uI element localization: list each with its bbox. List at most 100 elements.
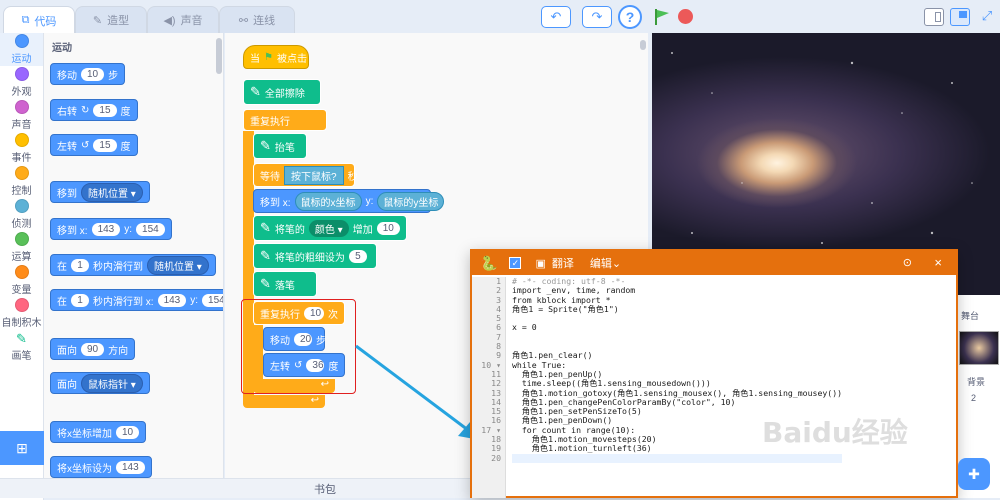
mouse-x-reporter[interactable]: 鼠标的x坐标 [294,191,362,211]
block-move-steps[interactable]: 移动 10 步 [50,63,126,85]
forever-end: ↩ [243,395,325,408]
tab-code[interactable]: ⧉ 代码 [3,6,75,34]
my-blocks-dot-icon [14,298,29,312]
variables-dot-icon [14,265,29,279]
sprite-add-button[interactable]: ✚ [958,458,990,490]
block-set-x[interactable]: 将x坐标设为 143 [50,456,152,478]
palette-scrollbar[interactable] [216,38,222,74]
pen-icon: ✎ [260,220,271,235]
undo-button[interactable]: ↶ [541,6,571,28]
green-flag-icon: ⚑ [264,51,273,63]
wire-icon: ⚯ [238,14,249,27]
block-change-x[interactable]: 将x坐标增加 10 [50,421,147,443]
pen-icon: ✎ [260,138,271,153]
run-icon[interactable]: ⊙ [903,256,912,269]
color-change-input[interactable]: 10 [376,221,400,235]
x-change-input[interactable]: 10 [116,425,140,439]
category-pen[interactable]: ✎ 画笔 [0,330,43,363]
control-dot-icon [14,166,29,180]
x-set-input[interactable]: 143 [116,460,145,474]
seconds-input[interactable]: 1 [71,293,89,307]
edit-menu[interactable]: 编辑⌄ [590,255,621,271]
category-events[interactable]: 事件 [0,132,43,165]
close-icon[interactable]: × [934,255,942,270]
degrees-input[interactable]: 15 [93,138,117,152]
tab-wiring[interactable]: ⚯ 连线 [219,6,295,33]
pen-param-dropdown[interactable]: 颜色 ▾ [308,219,349,237]
category-operators[interactable]: 运算 [0,231,43,264]
block-glide[interactable]: 在 1 秒内滑行到 随机位置 ▾ [50,254,216,276]
category-my-blocks[interactable]: 自制积木 [0,297,43,330]
category-sensing[interactable]: 侦测 [0,198,43,231]
sensing-dot-icon [14,199,29,213]
translate-button[interactable]: 翻译 [552,255,574,271]
checkbox-icon[interactable]: ✓ [509,257,522,269]
target-dropdown[interactable]: 随机位置 ▾ [81,182,143,202]
block-set-pen-size[interactable]: ✎ 将笔的粗细设为 5 [253,243,377,269]
add-sprite-icon: ✚ [968,465,980,482]
block-when-flag-clicked[interactable]: 当 ⚑ 被点击 [243,45,309,69]
block-wait[interactable]: 等待 按下鼠标? 秒 [253,163,358,187]
loop-arrow-icon: ↩ [310,395,319,406]
mouse-y-reporter[interactable]: 鼠标的y坐标 [377,191,445,211]
help-button[interactable]: ? [618,5,642,29]
pen-icon: ✎ [260,276,271,291]
sound-dot-icon [14,100,29,114]
y-input[interactable]: 154 [202,293,223,307]
backdrop-thumbnail[interactable] [959,331,999,365]
towards-dropdown[interactable]: 鼠标指针 ▾ [81,373,143,393]
y-input[interactable]: 154 [136,222,165,236]
block-turn-right[interactable]: 右转 ↻ 15 度 [50,99,138,121]
callout-arrow [355,344,480,440]
seconds-input[interactable]: 1 [71,258,89,272]
code-editor[interactable]: 1 2 3 4 5 6 7 8 9 10 ▾ 11 12 13 14 15 16 17 ▾ 18 19 20 # -*… [472,276,956,498]
x-input[interactable]: 143 [157,293,187,307]
fullscreen-icon[interactable]: ⤢ [977,8,997,26]
pen-size-input[interactable]: 5 [348,249,367,263]
block-pen-down[interactable]: ✎ 落笔 [253,271,317,297]
backdrop-count: 2 [971,393,977,403]
block-change-pen-color[interactable]: ✎ 将笔的 颜色 ▾ 增加 10 [253,215,407,241]
block-point-direction[interactable]: 面向 90 方向 [50,338,136,360]
operators-dot-icon [14,232,29,246]
glide-target-dropdown[interactable]: 随机位置 ▾ [147,255,209,275]
block-goto[interactable]: 移到 随机位置 ▾ [50,181,150,203]
line-numbers: 1 2 3 4 5 6 7 8 9 10 ▾ 11 12 13 14 15 16 17 ▾ 18 19 20 [472,276,506,498]
steps-input[interactable]: 10 [81,67,105,81]
green-flag-icon[interactable] [654,8,670,26]
small-stage-icon[interactable] [924,8,944,26]
workspace-scrollbar[interactable] [640,40,646,50]
pen-icon: ✎ [260,248,271,263]
redo-button[interactable]: ↷ [582,6,612,28]
category-variables[interactable]: 变量 [0,264,43,297]
block-pen-up[interactable]: ✎ 抬笔 [253,133,307,159]
add-extension-button[interactable]: ⊞ [0,431,44,465]
block-forever[interactable]: 重复执行 [243,109,327,131]
x-input[interactable]: 143 [91,222,121,236]
block-pen-clear[interactable]: ✎ 全部擦除 [243,79,321,105]
block-glide-xy[interactable]: 在 1 秒内滑行到 x: 143 y: 154 [50,289,223,311]
block-point-towards[interactable]: 面向 鼠标指针 ▾ [50,372,150,394]
category-sound[interactable]: 声音 [0,99,43,132]
block-goto-xy[interactable]: 移到 x: 143 y: 154 [50,218,172,240]
degrees-input[interactable]: 15 [93,103,117,117]
block-goto-mouse[interactable]: 移到 x: 鼠标的x坐标 y: 鼠标的y坐标 [253,189,445,213]
highlight-box [241,299,356,394]
direction-input[interactable]: 90 [81,342,105,356]
mouse-down-condition[interactable]: 按下鼠标? [284,165,344,185]
category-control[interactable]: 控制 [0,165,43,198]
category-motion[interactable]: 运动 [0,33,43,66]
block-turn-left[interactable]: 左转 ↺ 15 度 [50,134,138,156]
backdrop-label: 背景 [967,377,986,387]
motion-dot-icon [14,34,29,48]
python-header: 🐍 ✓ ▣ 翻译 编辑⌄ ⊙ × [472,251,956,275]
tab-sounds[interactable]: ◀) 声音 [147,6,219,33]
tab-costumes[interactable]: ✎ 造型 [75,6,147,33]
stop-icon[interactable] [678,9,693,24]
normal-stage-icon[interactable] [950,8,970,26]
rotate-ccw-icon: ↺ [81,139,90,151]
terminal-icon[interactable]: ▣ [535,257,545,270]
category-looks[interactable]: 外观 [0,66,43,99]
